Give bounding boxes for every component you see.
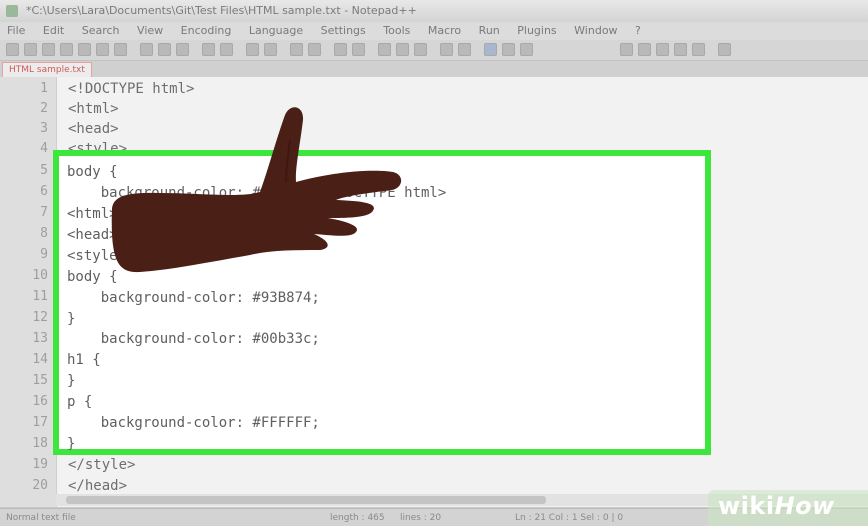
status-lines: lines : 20 (400, 513, 442, 523)
line-number: 6 (40, 184, 48, 199)
cut-icon[interactable] (140, 43, 153, 56)
status-position: Ln : 21 Col : 1 Sel : 0 | 0 (515, 513, 624, 523)
record-macro-icon[interactable] (620, 43, 633, 56)
code-line: p { (67, 394, 93, 410)
line-number: 17 (32, 415, 48, 430)
code-line: background-color: #00b33c; (67, 331, 320, 347)
tab-label: HTML sample.txt (9, 65, 85, 75)
status-file-type: Normal text file (6, 513, 76, 523)
replace-icon[interactable] (264, 43, 277, 56)
undo-icon[interactable] (202, 43, 215, 56)
line-number: 1 (40, 81, 48, 96)
hand-illustration (111, 107, 402, 273)
code-line: background-color: #FFFFFF; (67, 415, 320, 431)
code-line: <!DOCTYPE html> (68, 81, 195, 97)
line-number: 15 (32, 373, 48, 388)
menu-tools[interactable]: Tools (376, 22, 417, 40)
notepad-window: *C:\Users\Lara\Documents\Git\Test Files\… (0, 0, 868, 526)
menu-search[interactable]: Search (75, 22, 127, 40)
line-number: 9 (40, 247, 48, 262)
code-line: } (67, 311, 76, 327)
zoom-in-icon[interactable] (290, 43, 303, 56)
line-number: 12 (32, 310, 48, 325)
line-number: 3 (40, 121, 48, 136)
line-number: 8 (40, 226, 48, 241)
window-title: *C:\Users\Lara\Documents\Git\Test Files\… (26, 4, 417, 17)
menu-view[interactable]: View (130, 22, 170, 40)
menu-settings[interactable]: Settings (314, 22, 373, 40)
paste-icon[interactable] (176, 43, 189, 56)
menu-macro[interactable]: Macro (421, 22, 468, 40)
menu-encoding[interactable]: Encoding (174, 22, 239, 40)
line-number: 7 (40, 205, 48, 220)
line-number-gutter: 1 2 3 4 5 6 7 8 9 10 11 12 13 14 15 16 1… (0, 77, 57, 507)
show-all-chars-icon[interactable] (396, 43, 409, 56)
stop-macro-icon[interactable] (638, 43, 651, 56)
line-number: 20 (32, 478, 48, 493)
notepad-app-icon (6, 5, 18, 17)
line-number: 2 (40, 101, 48, 116)
sync-h-icon[interactable] (352, 43, 365, 56)
word-wrap-icon[interactable] (378, 43, 391, 56)
folder-workspace-icon[interactable] (502, 43, 515, 56)
menu-run[interactable]: Run (472, 22, 507, 40)
menu-edit[interactable]: Edit (36, 22, 71, 40)
sync-v-icon[interactable] (334, 43, 347, 56)
new-file-icon[interactable] (6, 43, 19, 56)
code-line: h1 { (67, 352, 101, 368)
print-icon[interactable] (114, 43, 127, 56)
menu-file[interactable]: File (0, 22, 32, 40)
title-bar: *C:\Users\Lara\Documents\Git\Test Files\… (0, 0, 868, 23)
line-number: 16 (32, 394, 48, 409)
scrollbar-thumb[interactable] (66, 496, 546, 504)
redo-icon[interactable] (220, 43, 233, 56)
code-line: </head> (68, 478, 128, 494)
code-line: </style> (68, 457, 136, 473)
line-number: 4 (40, 141, 48, 156)
close-all-icon[interactable] (96, 43, 109, 56)
save-icon[interactable] (42, 43, 55, 56)
spellcheck-icon[interactable] (718, 43, 731, 56)
menu-help[interactable]: ? (628, 22, 648, 40)
indent-guide-icon[interactable] (414, 43, 427, 56)
tab-html-sample[interactable]: HTML sample.txt (2, 62, 92, 77)
function-list-icon[interactable] (458, 43, 471, 56)
line-number: 5 (40, 163, 48, 178)
menu-window[interactable]: Window (567, 22, 624, 40)
line-number: 10 (32, 268, 48, 283)
line-number: 18 (32, 436, 48, 451)
line-number: 19 (32, 457, 48, 472)
line-number: 14 (32, 352, 48, 367)
doc-map-icon[interactable] (484, 43, 497, 56)
tab-bar: HTML sample.txt (0, 61, 868, 78)
menu-language[interactable]: Language (242, 22, 310, 40)
wikihow-watermark: wikiHow (718, 492, 835, 520)
code-line: background-color: #93B874; (67, 290, 320, 306)
menu-bar: File Edit Search View Encoding Language … (0, 22, 868, 40)
run-macro-multiple-icon[interactable] (674, 43, 687, 56)
line-number: 13 (32, 331, 48, 346)
play-macro-icon[interactable] (656, 43, 669, 56)
monitor-icon[interactable] (520, 43, 533, 56)
menu-plugins[interactable]: Plugins (510, 22, 563, 40)
code-line: } (67, 436, 76, 452)
code-line: } (67, 373, 76, 389)
lang-icon[interactable] (440, 43, 453, 56)
copy-icon[interactable] (158, 43, 171, 56)
line-number: 11 (32, 289, 48, 304)
save-all-icon[interactable] (60, 43, 73, 56)
find-icon[interactable] (246, 43, 259, 56)
status-length: length : 465 (330, 513, 385, 523)
save-macro-icon[interactable] (692, 43, 705, 56)
zoom-out-icon[interactable] (308, 43, 321, 56)
open-file-icon[interactable] (24, 43, 37, 56)
toolbar (0, 40, 868, 61)
close-icon[interactable] (78, 43, 91, 56)
